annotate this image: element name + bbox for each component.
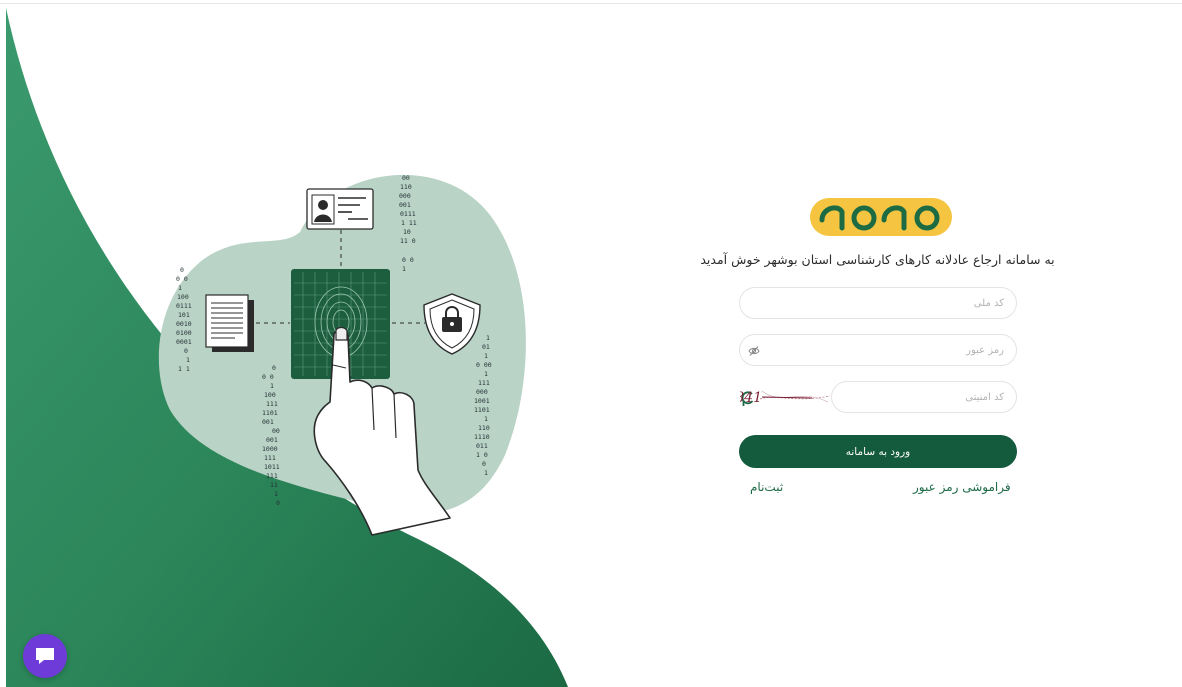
svg-text:1: 1 [402,265,406,273]
login-page: 00 110 000 001 0111 1 11 10 11 00 01 00 01 10… [0,0,1182,687]
svg-text:111: 111 [478,379,490,387]
national-code-field[interactable] [739,287,1017,319]
svg-text:11 0: 11 0 [400,237,416,245]
svg-text:000: 000 [476,388,488,396]
svg-text:0: 0 [184,347,188,355]
svg-text:1101: 1101 [474,406,490,414]
svg-text:1001: 1001 [474,397,490,405]
captcha-code: 935841 [740,390,762,406]
svg-text:011: 011 [476,442,488,450]
svg-text:001: 001 [266,436,278,444]
svg-text:0 00: 0 00 [476,361,492,369]
svg-text:1 1: 1 1 [178,365,190,373]
svg-text:1000: 1000 [262,445,278,453]
svg-text:00: 00 [272,427,280,435]
chat-button[interactable] [23,634,67,678]
svg-text:111: 111 [266,472,278,480]
site-logo [810,198,952,236]
svg-text:1: 1 [274,490,278,498]
svg-text:001: 001 [262,418,274,426]
national-code-input[interactable] [740,288,1016,318]
svg-text:1110: 1110 [474,433,490,441]
svg-text:1011: 1011 [264,463,280,471]
forgot-password-link[interactable]: فراموشی رمز عبور [913,480,1011,494]
login-button[interactable]: ورود به سامانه [739,435,1017,468]
svg-text:0 0: 0 0 [262,373,274,381]
svg-text:1: 1 [270,382,274,390]
password-input[interactable] [740,335,1016,365]
svg-text:1: 1 [186,356,190,364]
svg-text:1: 1 [178,284,182,292]
svg-text:0: 0 [482,460,486,468]
svg-text:00: 00 [402,174,410,182]
svg-text:100: 100 [264,391,276,399]
svg-text:1 0: 1 0 [476,451,488,459]
register-link[interactable]: ثبت‌نام [750,480,783,494]
svg-text:0 0: 0 0 [402,256,414,264]
svg-text:0111: 0111 [400,210,416,218]
svg-text:000: 000 [399,192,411,200]
svg-text:1: 1 [484,415,488,423]
password-field[interactable] [739,334,1017,366]
svg-text:0: 0 [276,499,280,507]
svg-text:1: 1 [484,352,488,360]
captcha-image: 935841 [709,384,832,410]
svg-text:100: 100 [177,293,189,301]
captcha-input[interactable] [832,382,1016,412]
svg-text:111: 111 [266,400,278,408]
svg-text:1 11: 1 11 [401,219,417,227]
svg-text:111: 111 [264,454,276,462]
hero-illustration: 00110000 00101111 11 1011 00 01 00 01 10… [6,8,568,687]
svg-text:0001: 0001 [176,338,192,346]
svg-text:0: 0 [272,364,276,372]
svg-text:10: 10 [403,228,411,236]
welcome-text: به سامانه ارجاع عادلانه کارهای کارشناسی … [700,252,1055,267]
svg-text:1101: 1101 [262,409,278,417]
svg-text:0010: 0010 [176,320,192,328]
svg-text:1: 1 [484,469,488,477]
svg-text:110: 110 [478,424,490,432]
svg-text:0: 0 [180,266,184,274]
captcha-field[interactable] [831,381,1017,413]
svg-text:110: 110 [400,183,412,191]
svg-text:1: 1 [484,370,488,378]
svg-text:0111: 0111 [176,302,192,310]
eye-off-icon[interactable] [748,345,760,357]
svg-text:1: 1 [486,334,490,342]
svg-text:101: 101 [178,311,190,319]
svg-text:0100: 0100 [176,329,192,337]
svg-text:0 0: 0 0 [176,275,188,283]
svg-text:11: 11 [270,481,278,489]
svg-text:001: 001 [399,201,411,209]
svg-text:01: 01 [482,343,490,351]
chat-icon [36,648,54,664]
